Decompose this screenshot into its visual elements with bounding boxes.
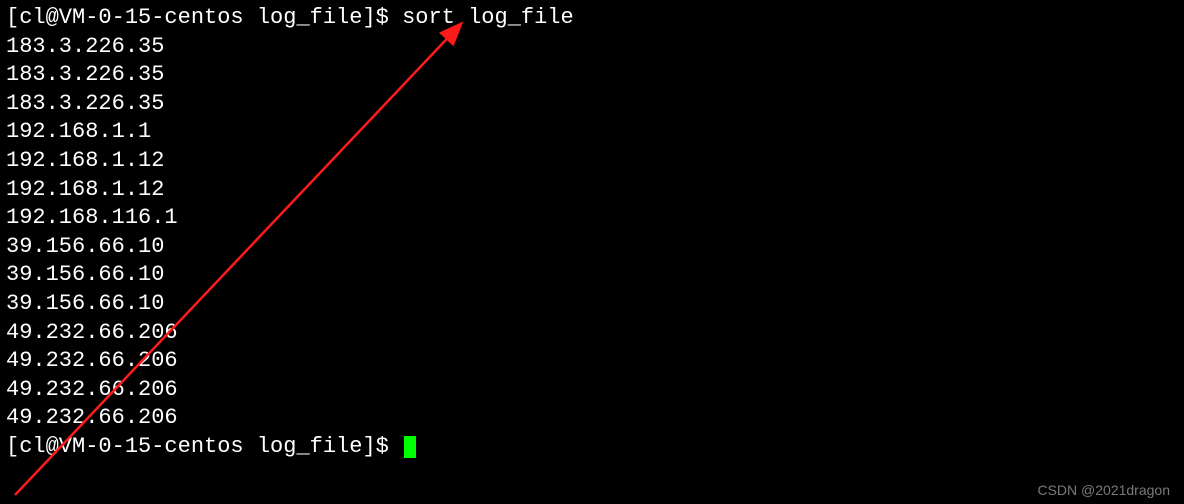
terminal-area[interactable]: [cl@VM-0-15-centos log_file]$ sort log_f… xyxy=(0,0,1184,466)
shell-prompt: [cl@VM-0-15-centos log_file]$ xyxy=(6,4,402,33)
output-line: 183.3.226.35 xyxy=(6,33,1178,62)
output-line: 49.232.66.206 xyxy=(6,376,1178,405)
prompt-line-2: [cl@VM-0-15-centos log_file]$ xyxy=(6,433,1178,462)
output-line: 39.156.66.10 xyxy=(6,261,1178,290)
output-line: 183.3.226.35 xyxy=(6,61,1178,90)
output-line: 39.156.66.10 xyxy=(6,290,1178,319)
output-line: 49.232.66.206 xyxy=(6,347,1178,376)
shell-command: sort log_file xyxy=(402,4,574,33)
output-line: 192.168.1.12 xyxy=(6,147,1178,176)
shell-prompt: [cl@VM-0-15-centos log_file]$ xyxy=(6,433,402,462)
prompt-line-1: [cl@VM-0-15-centos log_file]$ sort log_f… xyxy=(6,4,1178,33)
output-line: 49.232.66.206 xyxy=(6,319,1178,348)
output-line: 192.168.1.1 xyxy=(6,118,1178,147)
output-line: 192.168.116.1 xyxy=(6,204,1178,233)
output-line: 49.232.66.206 xyxy=(6,404,1178,433)
watermark-text: CSDN @2021dragon xyxy=(1037,482,1170,498)
cursor-block xyxy=(404,436,416,458)
output-line: 192.168.1.12 xyxy=(6,176,1178,205)
output-line: 183.3.226.35 xyxy=(6,90,1178,119)
output-line: 39.156.66.10 xyxy=(6,233,1178,262)
